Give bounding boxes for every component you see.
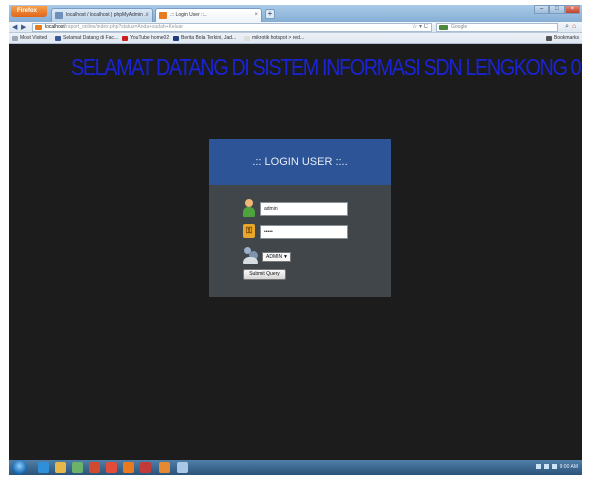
app2-icon[interactable] bbox=[140, 462, 151, 473]
tab-login-user[interactable]: .:: Login User ::.. × bbox=[155, 8, 262, 22]
level-select[interactable]: ADMIN ▼ bbox=[262, 252, 291, 262]
search-icon[interactable]: ⌕ bbox=[565, 23, 569, 30]
users-group-icon bbox=[243, 247, 259, 265]
chevron-down-icon: ▼ bbox=[283, 254, 288, 260]
bookmarks-menu-label: Bookmarks bbox=[553, 35, 579, 41]
system-tray: 9:00 AM bbox=[535, 460, 578, 475]
app3-icon[interactable] bbox=[177, 462, 188, 473]
tab-label: .:: Login User ::.. bbox=[170, 12, 207, 18]
chrome-icon[interactable] bbox=[106, 462, 117, 473]
url-host: localhost bbox=[45, 24, 65, 30]
phpmyadmin-icon bbox=[55, 12, 63, 19]
firefox-icon[interactable] bbox=[123, 462, 134, 473]
address-bar[interactable]: localhost/raport_online/index.php?status… bbox=[32, 23, 432, 32]
bookmark-item[interactable]: Berita Bola Terkini, Jad... bbox=[173, 33, 236, 44]
facebook-icon bbox=[55, 36, 61, 41]
user-icon bbox=[243, 199, 255, 218]
tab-label: localhost / localhost | phpMyAdmin ... bbox=[66, 12, 149, 18]
navigation-bar: ◀ ▶ localhost/raport_online/index.php?st… bbox=[9, 22, 582, 33]
key-icon: ⚿ bbox=[243, 224, 255, 238]
bookmarks-icon bbox=[545, 36, 552, 41]
back-icon[interactable]: ◀ bbox=[12, 23, 17, 32]
level-selected-value: ADMIN bbox=[266, 254, 283, 260]
site-icon bbox=[159, 12, 167, 19]
maximize-button[interactable]: □ bbox=[549, 5, 565, 14]
bookmark-label: Most Visited bbox=[20, 35, 48, 41]
password-field[interactable]: ••••• bbox=[260, 225, 348, 239]
network-icon[interactable] bbox=[543, 464, 549, 470]
window-controls: – □ × bbox=[534, 5, 580, 14]
bookmarks-menu[interactable]: Bookmarks bbox=[545, 33, 579, 44]
minimize-button[interactable]: – bbox=[534, 5, 550, 14]
search-bar[interactable]: Google ⌕ bbox=[436, 23, 569, 32]
site-identity-icon bbox=[35, 25, 42, 30]
clock[interactable]: 9:00 AM bbox=[560, 464, 578, 470]
login-heading: .:: LOGIN USER ::.. bbox=[209, 139, 391, 185]
firefox-window-icon[interactable] bbox=[159, 462, 170, 473]
app-icon[interactable] bbox=[89, 462, 100, 473]
page-title: SELAMAT DATANG DI SISTEM INFORMASI SDN L… bbox=[71, 54, 582, 80]
volume-icon[interactable] bbox=[551, 464, 557, 470]
new-tab-button[interactable]: + bbox=[265, 9, 275, 19]
reload-icon[interactable]: ☆ ▾ C bbox=[412, 24, 428, 31]
start-button[interactable] bbox=[12, 460, 27, 475]
close-tab-icon[interactable]: × bbox=[145, 9, 149, 21]
tab-strip: Firefox localhost / localhost | phpMyAdm… bbox=[9, 5, 582, 22]
close-window-button[interactable]: × bbox=[564, 5, 580, 14]
youtube-icon bbox=[122, 36, 128, 41]
forward-icon[interactable]: ▶ bbox=[21, 23, 26, 32]
bookmark-item[interactable]: Most Visited bbox=[12, 33, 47, 44]
news-icon bbox=[173, 36, 179, 41]
firefox-menu-button[interactable]: Firefox bbox=[11, 6, 47, 17]
login-panel: .:: LOGIN USER ::.. admin ⚿ ••••• ADMIN … bbox=[209, 139, 391, 297]
media-icon[interactable] bbox=[72, 462, 83, 473]
taskbar: 9:00 AM bbox=[9, 460, 582, 475]
bookmarks-toolbar: Most Visited Selamat Datang di Fac... Yo… bbox=[9, 33, 582, 44]
bookmark-item[interactable]: YouTube home02 bbox=[122, 33, 169, 44]
close-tab-icon[interactable]: × bbox=[254, 9, 258, 21]
bookmark-label: YouTube home02 bbox=[130, 35, 170, 41]
search-engine-label: Google bbox=[451, 24, 468, 30]
submit-button[interactable]: Submit Query bbox=[243, 269, 286, 280]
home-icon[interactable]: ⌂ bbox=[572, 23, 576, 30]
bookmark-label: Selamat Datang di Fac... bbox=[63, 35, 119, 41]
url-path: /raport_online/index.php?status=Anda+sud… bbox=[64, 24, 184, 30]
bookmark-item[interactable]: Selamat Datang di Fac... bbox=[55, 33, 118, 44]
browser-window: Firefox localhost / localhost | phpMyAdm… bbox=[9, 5, 582, 475]
bookmark-label: mikrotik hotspot > red... bbox=[252, 35, 305, 41]
username-field[interactable]: admin bbox=[260, 202, 348, 216]
folder-icon[interactable] bbox=[55, 462, 66, 473]
flag-icon[interactable] bbox=[535, 464, 541, 470]
ie-icon[interactable] bbox=[38, 462, 49, 473]
bookmark-label: Berita Bola Terkini, Jad... bbox=[181, 35, 237, 41]
page-content: SELAMAT DATANG DI SISTEM INFORMASI SDN L… bbox=[9, 45, 582, 460]
page-icon bbox=[244, 36, 250, 41]
search-engine-icon bbox=[439, 25, 448, 30]
most-visited-icon bbox=[12, 36, 18, 41]
bookmark-item[interactable]: mikrotik hotspot > red... bbox=[244, 33, 304, 44]
tab-phpmyadmin[interactable]: localhost / localhost | phpMyAdmin ... × bbox=[51, 8, 153, 22]
